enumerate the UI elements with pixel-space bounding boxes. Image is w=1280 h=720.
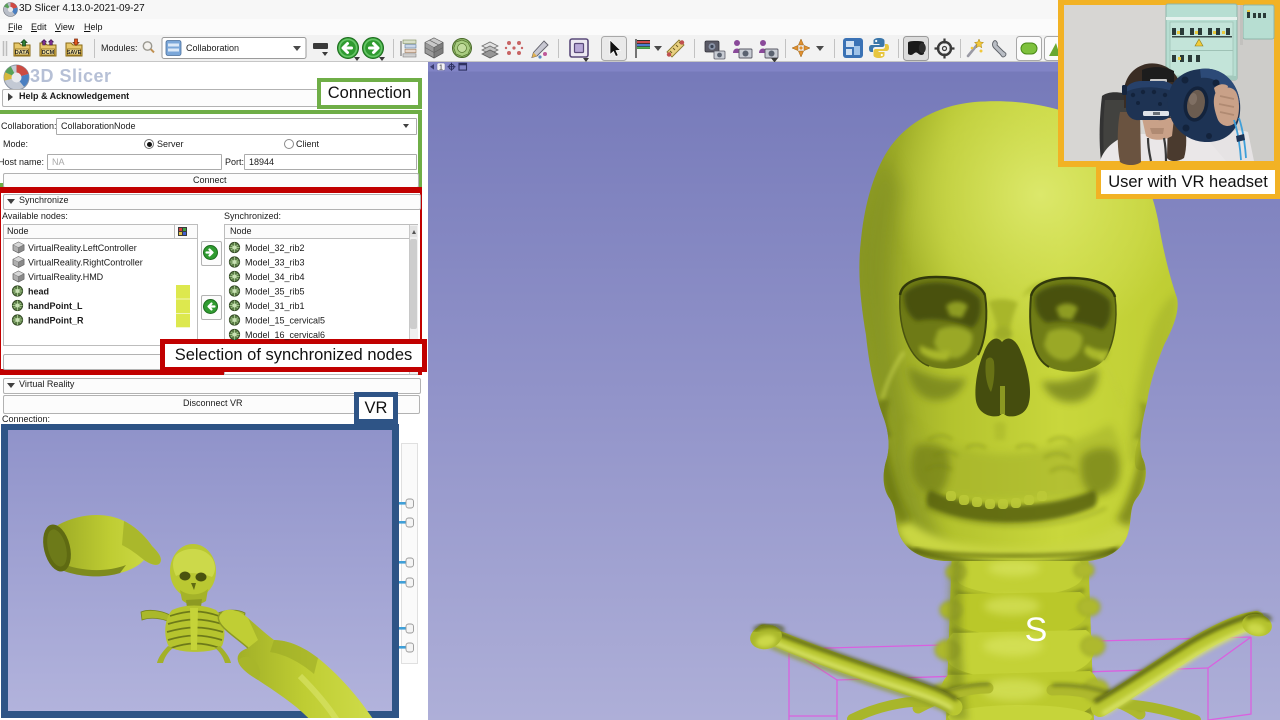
svg-text:Model_33_rib3: Model_33_rib3 xyxy=(245,258,305,268)
svg-text:Model_35_rib5: Model_35_rib5 xyxy=(245,287,305,297)
svg-text:Model_31_rib1: Model_31_rib1 xyxy=(245,301,305,311)
svg-text:handPoint_L: handPoint_L xyxy=(28,301,83,311)
svg-text:Model_15_cervical5: Model_15_cervical5 xyxy=(245,316,325,326)
svg-text:VirtualReality.LeftController: VirtualReality.LeftController xyxy=(28,243,137,253)
svg-text:1: 1 xyxy=(439,65,443,72)
svg-text:head: head xyxy=(28,287,49,297)
svg-text:VirtualReality.HMD: VirtualReality.HMD xyxy=(28,272,104,282)
svg-text:Model_16_cervical6: Model_16_cervical6 xyxy=(245,330,325,340)
svg-text:Model_34_rib4: Model_34_rib4 xyxy=(245,272,305,282)
svg-text:VirtualReality.RightController: VirtualReality.RightController xyxy=(28,258,143,268)
svg-text:Model_32_rib2: Model_32_rib2 xyxy=(245,243,305,253)
svg-text:handPoint_R: handPoint_R xyxy=(28,316,84,326)
svg-text:S: S xyxy=(1025,611,1048,649)
